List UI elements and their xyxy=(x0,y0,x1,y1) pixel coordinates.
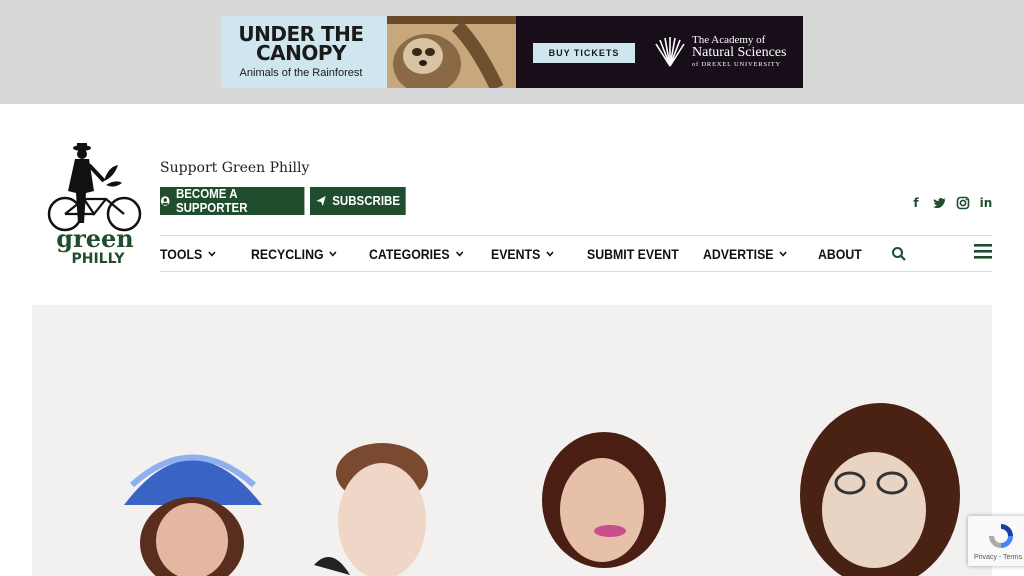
ad-org-line2: Natural Sciences xyxy=(692,45,787,60)
hamburger-menu-icon[interactable] xyxy=(973,243,993,260)
nav-item-label: ADVERTISE xyxy=(703,246,774,262)
recaptcha-icon xyxy=(989,524,1013,548)
facebook-icon[interactable]: f xyxy=(909,196,923,210)
chevron-down-icon xyxy=(455,251,463,257)
svg-text:green: green xyxy=(56,224,133,253)
nav-item-label: EVENTS xyxy=(491,246,541,262)
nav-bottom-divider xyxy=(160,271,992,272)
supporter-icon xyxy=(160,196,170,206)
nav-item-label: CATEGORIES xyxy=(369,246,450,262)
nav-item-tools[interactable]: TOOLS xyxy=(160,244,216,264)
svg-text:PHILLY: PHILLY xyxy=(72,251,126,267)
instagram-icon[interactable] xyxy=(956,196,970,210)
chevron-down-icon xyxy=(208,251,216,257)
chevron-down-icon xyxy=(779,251,787,257)
support-label: Support Green Philly xyxy=(160,160,310,176)
nav-item-submit-event[interactable]: SUBMIT EVENT xyxy=(587,244,679,264)
hero-illustration xyxy=(32,305,992,576)
nav-item-advertise[interactable]: ADVERTISE xyxy=(703,244,788,264)
linkedin-icon[interactable]: in xyxy=(979,196,993,210)
nav-item-about[interactable]: ABOUT xyxy=(818,244,862,264)
green-philly-logo[interactable]: green PHILLY xyxy=(46,141,144,267)
nav-item-events[interactable]: EVENTS xyxy=(491,244,554,264)
ad-right-panel: BUY TICKETS The Academy of Natural Scien… xyxy=(516,16,803,88)
chevron-down-icon xyxy=(329,251,337,257)
nav-item-label: ABOUT xyxy=(818,246,862,262)
search-icon[interactable] xyxy=(891,246,907,262)
chevron-down-icon xyxy=(546,251,554,257)
hero-image xyxy=(32,305,992,576)
nav-top-divider xyxy=(160,235,992,236)
subscribe-button[interactable]: SUBSCRIBE xyxy=(310,187,406,215)
ad-banner[interactable]: UNDER THE CANOPY Animals of the Rainfore… xyxy=(221,16,803,88)
subscribe-label: SUBSCRIBE xyxy=(332,194,400,208)
become-supporter-label: BECOME A SUPPORTER xyxy=(175,187,248,215)
become-supporter-button[interactable]: BECOME A SUPPORTER xyxy=(160,187,305,215)
recaptcha-badge[interactable]: Privacy - Terms xyxy=(968,516,1024,566)
paper-plane-icon xyxy=(316,196,326,206)
academy-logo-icon xyxy=(655,37,685,67)
ad-subtitle: Animals of the Rainforest xyxy=(239,67,363,79)
top-ad-bar: UNDER THE CANOPY Animals of the Rainfore… xyxy=(0,0,1024,104)
sloth-image xyxy=(387,16,516,88)
nav-item-label: RECYCLING xyxy=(251,246,324,262)
recaptcha-text[interactable]: Privacy - Terms xyxy=(974,554,1022,561)
nav-item-recycling[interactable]: RECYCLING xyxy=(251,244,338,264)
nav-item-categories[interactable]: CATEGORIES xyxy=(369,244,464,264)
buy-tickets-button[interactable]: BUY TICKETS xyxy=(533,43,635,63)
ad-org-line3: of DREXEL UNIVERSITY xyxy=(692,61,782,68)
nav-item-label: TOOLS xyxy=(160,246,203,262)
nav-item-label: SUBMIT EVENT xyxy=(587,246,679,262)
ad-title-line2: CANOPY xyxy=(255,41,347,65)
twitter-icon[interactable] xyxy=(933,196,947,210)
ad-left-panel: UNDER THE CANOPY Animals of the Rainfore… xyxy=(221,16,516,88)
ad-title: UNDER THE CANOPY xyxy=(221,24,381,65)
